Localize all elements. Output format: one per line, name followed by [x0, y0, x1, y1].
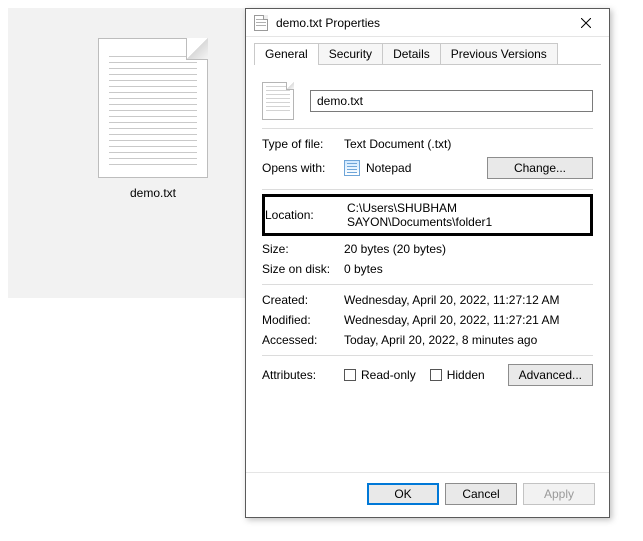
properties-dialog: demo.txt Properties General Security Det… [245, 8, 610, 518]
text-file-icon [98, 38, 208, 178]
tab-general[interactable]: General [254, 43, 319, 65]
created-label: Created: [262, 293, 344, 307]
modified-value: Wednesday, April 20, 2022, 11:27:21 AM [344, 313, 593, 327]
desktop-file-label: demo.txt [93, 186, 213, 200]
hidden-checkbox[interactable]: Hidden [430, 368, 485, 382]
ok-button[interactable]: OK [367, 483, 439, 505]
location-label: Location: [265, 208, 347, 222]
created-value: Wednesday, April 20, 2022, 11:27:12 AM [344, 293, 593, 307]
close-icon [581, 18, 591, 28]
change-button[interactable]: Change... [487, 157, 593, 179]
tab-details[interactable]: Details [382, 43, 441, 65]
opens-with-label: Opens with: [262, 161, 344, 175]
attributes-label: Attributes: [262, 368, 344, 382]
readonly-checkbox[interactable]: Read-only [344, 368, 416, 382]
dialog-footer: OK Cancel Apply [246, 472, 609, 517]
apply-button[interactable]: Apply [523, 483, 595, 505]
size-on-disk-value: 0 bytes [344, 262, 593, 276]
accessed-label: Accessed: [262, 333, 344, 347]
document-icon [254, 15, 270, 31]
readonly-label: Read-only [361, 368, 416, 382]
accessed-value: Today, April 20, 2022, 8 minutes ago [344, 333, 593, 347]
window-title: demo.txt Properties [276, 16, 569, 30]
tabstrip: General Security Details Previous Versio… [246, 37, 609, 65]
desktop-file[interactable]: demo.txt [93, 38, 213, 200]
size-value: 20 bytes (20 bytes) [344, 242, 593, 256]
size-label: Size: [262, 242, 344, 256]
titlebar[interactable]: demo.txt Properties [246, 9, 609, 37]
close-button[interactable] [569, 12, 603, 34]
opens-with-value: Notepad [366, 161, 487, 175]
tab-content: Type of file: Text Document (.txt) Opens… [246, 66, 609, 472]
type-of-file-value: Text Document (.txt) [344, 137, 593, 151]
filename-input[interactable] [310, 90, 593, 112]
cancel-button[interactable]: Cancel [445, 483, 517, 505]
tab-security[interactable]: Security [318, 43, 383, 65]
location-value: C:\Users\SHUBHAM SAYON\Documents\folder1 [347, 201, 586, 229]
hidden-label: Hidden [447, 368, 485, 382]
size-on-disk-label: Size on disk: [262, 262, 344, 276]
location-highlight: Location: C:\Users\SHUBHAM SAYON\Documen… [262, 194, 593, 236]
type-of-file-label: Type of file: [262, 137, 344, 151]
file-type-icon [262, 82, 294, 120]
modified-label: Modified: [262, 313, 344, 327]
advanced-button[interactable]: Advanced... [508, 364, 593, 386]
tab-previous-versions[interactable]: Previous Versions [440, 43, 558, 65]
notepad-icon [344, 160, 360, 176]
